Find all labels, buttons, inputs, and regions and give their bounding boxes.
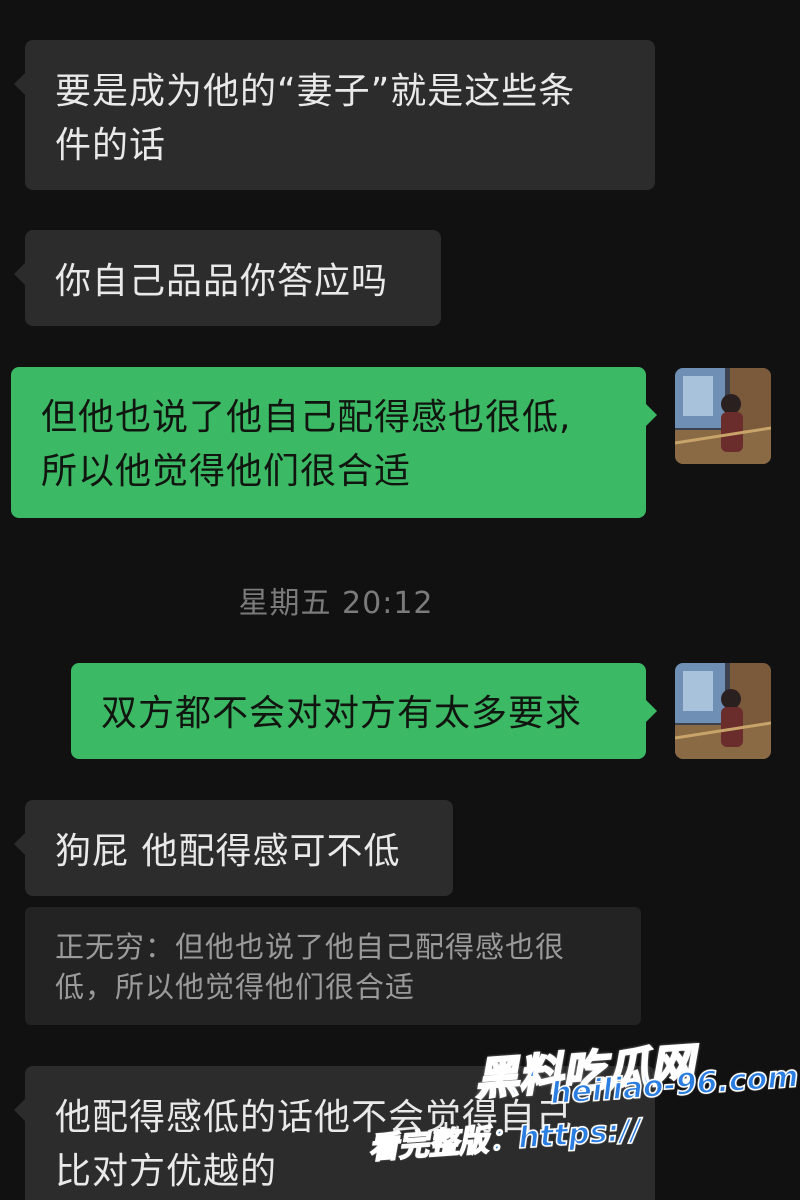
quote-line: 正无穷：但他也说了他自己配得感也很 [55, 930, 566, 964]
message-line: 你自己品品你答应吗 [55, 261, 389, 302]
chat-screen: 要是成为他的“妻子”就是这些条 件的话 你自己品品你答应吗 但他也说了他自己配得… [0, 0, 800, 1200]
avatar[interactable] [675, 663, 771, 759]
message-line: 但他也说了他自己配得感也很低, [41, 397, 572, 438]
message-bubble-received[interactable]: 狗屁 他配得感可不低 [14, 800, 453, 896]
user-photo-avatar-icon [675, 368, 771, 464]
message-line: 所以他觉得他们很合适 [41, 451, 412, 492]
avatar[interactable] [675, 368, 771, 464]
quote-line: 低，所以他觉得他们很合适 [55, 970, 416, 1004]
message-line: 件的话 [55, 125, 167, 166]
quoted-message[interactable]: 正无穷：但他也说了他自己配得感也很 低，所以他觉得他们很合适 [25, 907, 641, 1025]
message-line: 双方都不会对对方有太多要求 [101, 693, 583, 734]
timestamp: 星期五 20:12 [238, 586, 434, 621]
message-bubble-sent[interactable]: 双方都不会对对方有太多要求 [71, 663, 657, 759]
message-line: 要是成为他的“妻子”就是这些条 [55, 71, 576, 112]
message-bubble-received[interactable]: 要是成为他的“妻子”就是这些条 件的话 [14, 40, 655, 190]
message-bubble-received[interactable]: 你自己品品你答应吗 [14, 230, 441, 326]
message-bubble-sent[interactable]: 但他也说了他自己配得感也很低, 所以他觉得他们很合适 [11, 367, 657, 518]
user-photo-avatar-icon [675, 663, 771, 759]
message-line: 狗屁 他配得感可不低 [55, 831, 401, 872]
